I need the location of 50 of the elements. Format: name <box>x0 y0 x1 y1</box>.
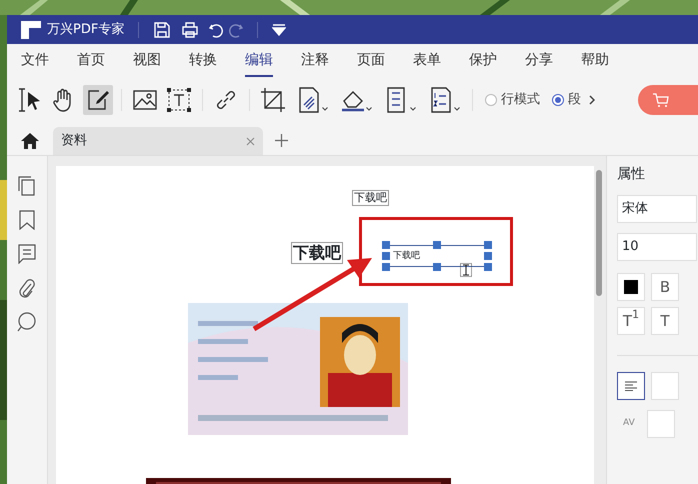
align-left-icon <box>625 381 637 391</box>
cart-icon <box>652 92 670 108</box>
document-tab[interactable]: 资料 <box>53 127 263 155</box>
scrollbar[interactable] <box>596 170 602 296</box>
menu-tab[interactable]: 文件 <box>21 46 49 76</box>
home-icon[interactable] <box>21 133 39 149</box>
menu-tab[interactable]: 保护 <box>469 46 497 76</box>
caret-icon[interactable] <box>410 107 416 111</box>
size-field[interactable]: 10 <box>617 233 697 261</box>
align-left-button[interactable] <box>617 372 645 400</box>
letter-spacing-label: AV <box>623 417 635 430</box>
subscript-button[interactable]: T <box>651 307 679 335</box>
caret-icon[interactable] <box>322 107 328 111</box>
menu-tab[interactable]: 注释 <box>301 46 329 76</box>
dropdown-icon[interactable] <box>272 24 286 36</box>
window-title: 万兴PDF专家 <box>47 20 124 39</box>
text-cursor-icon <box>460 263 472 277</box>
spacing-field[interactable] <box>646 410 675 438</box>
close-icon[interactable] <box>246 136 255 146</box>
caret-icon[interactable] <box>366 107 372 111</box>
font-field[interactable]: 宋体 <box>617 195 697 223</box>
mode-radio[interactable]: 行模式 <box>481 90 544 110</box>
caret-icon[interactable] <box>454 107 460 111</box>
superscript-button[interactable]: T$^{1}$ <box>617 307 645 335</box>
menu-tab[interactable]: 分享 <box>525 46 553 76</box>
add-tab-icon[interactable] <box>275 134 288 147</box>
app-logo-icon <box>21 20 41 38</box>
bookmark-icon[interactable] <box>19 210 35 230</box>
menu-tab[interactable]: 首页 <box>77 46 105 76</box>
save-icon[interactable] <box>153 20 172 38</box>
menu-tab[interactable]: 表单 <box>413 46 441 76</box>
menu-tab[interactable]: 编辑 <box>245 46 273 76</box>
menu-tab[interactable]: 视图 <box>133 46 161 76</box>
menu-tab[interactable]: 转换 <box>189 46 217 76</box>
editing-text-box[interactable]: 下载吧 <box>382 241 492 271</box>
mode-radio[interactable]: 段 <box>548 90 585 110</box>
bold-button[interactable]: B <box>651 273 679 301</box>
color-swatch[interactable] <box>617 273 645 301</box>
buy-button[interactable] <box>638 85 698 115</box>
pages-icon[interactable] <box>18 176 36 196</box>
search-icon[interactable] <box>17 312 37 332</box>
print-icon[interactable] <box>181 20 200 38</box>
panel-title: 属性 <box>617 165 646 184</box>
more-icon[interactable] <box>589 94 595 105</box>
attachment-icon[interactable] <box>19 278 35 298</box>
text-box[interactable]: 下载吧 <box>352 190 389 206</box>
menu-tab[interactable]: 页面 <box>357 46 385 76</box>
heading-text[interactable]: 下载吧 <box>291 242 343 264</box>
comment-icon[interactable] <box>18 244 36 264</box>
menu-tab[interactable]: 帮助 <box>581 46 609 76</box>
